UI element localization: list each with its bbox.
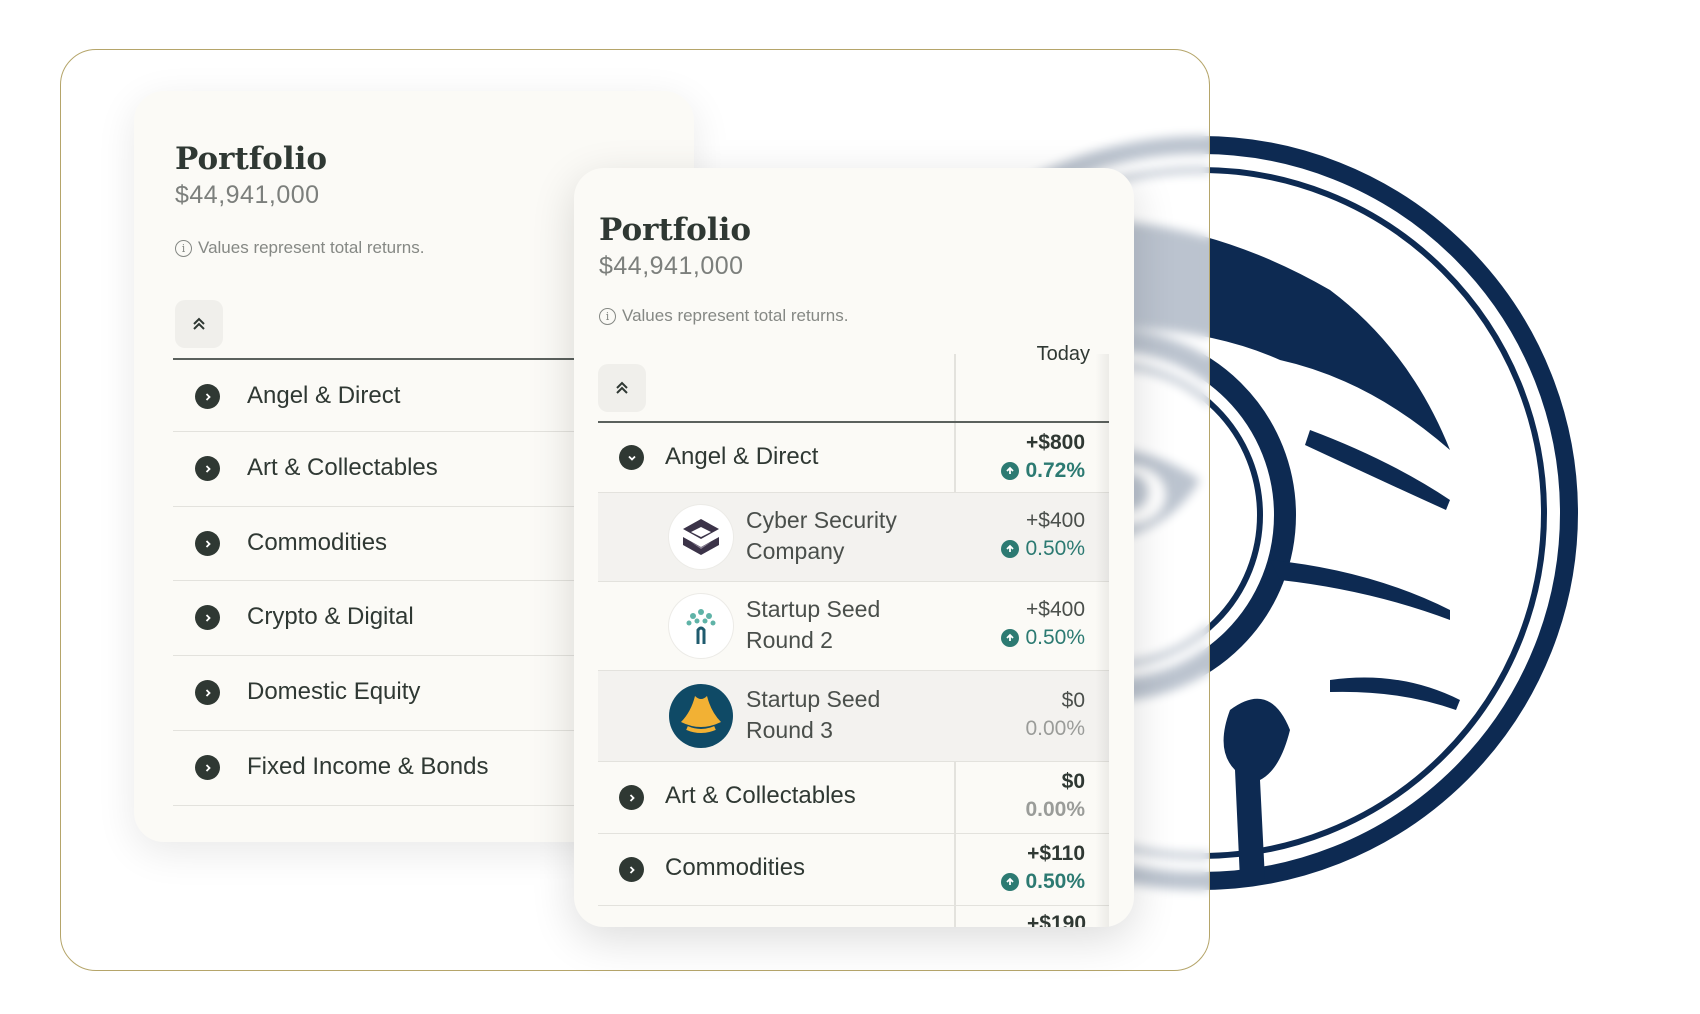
change-amount: +$110 xyxy=(1027,842,1085,865)
column-header-today[interactable]: Today xyxy=(1037,343,1090,366)
change-amount: $0 xyxy=(1061,770,1085,793)
chevron-right-icon[interactable] xyxy=(195,384,220,409)
change-percent: 0.50% xyxy=(1001,537,1085,561)
category-label: Fixed Income & Bonds xyxy=(247,753,489,780)
change-percent: 0.00% xyxy=(1025,717,1085,740)
change-percent: 0.00% xyxy=(1025,798,1085,821)
change-amount: $0 xyxy=(1061,689,1085,712)
today-change: +$400 0.50% xyxy=(1001,509,1085,561)
info-note: i Values represent total returns. xyxy=(175,238,424,258)
info-note: i Values represent total returns. xyxy=(599,306,848,326)
chevron-right-icon[interactable] xyxy=(195,680,220,705)
info-icon: i xyxy=(599,307,616,325)
change-percent: 0.72% xyxy=(1001,459,1085,483)
chevron-right-icon[interactable] xyxy=(619,857,644,882)
holding-label: Startup Seed Round 3 xyxy=(746,686,881,743)
category-label: Angel & Direct xyxy=(247,382,401,409)
category-label: Commodities xyxy=(665,854,806,881)
arrow-up-icon xyxy=(1001,540,1020,558)
collapse-all-button[interactable] xyxy=(598,364,646,412)
change-amount: +$400 xyxy=(1026,509,1085,532)
chevron-right-icon[interactable] xyxy=(619,785,644,810)
double-chevron-up-icon xyxy=(616,381,628,394)
info-text: Values represent total returns. xyxy=(198,238,425,257)
collapse-all-button[interactable] xyxy=(175,300,223,348)
portfolio-card-front: Portfolio $44,941,000 i Values represent… xyxy=(574,168,1134,927)
holding-row-startup-seed-3[interactable]: Startup Seed Round 3 $0 0.00% xyxy=(598,671,1109,762)
holding-row-cyber-security[interactable]: Cyber Security Company +$400 0.50% xyxy=(598,493,1109,582)
info-icon: i xyxy=(175,239,192,257)
cube-logo-icon xyxy=(669,505,733,569)
today-change: $0 0.00% xyxy=(1025,770,1085,822)
category-row-art-collectables[interactable]: Art & Collectables $0 0.00% xyxy=(598,762,1109,834)
category-label: Art & Collectables xyxy=(665,782,856,809)
double-chevron-up-icon xyxy=(193,317,205,330)
holding-row-startup-seed-2[interactable]: Startup Seed Round 2 +$400 0.50% xyxy=(598,582,1109,671)
chevron-right-icon[interactable] xyxy=(195,755,220,780)
change-percent: 0.50% xyxy=(1001,626,1085,650)
change-percent: 0.50% xyxy=(1001,870,1085,894)
change-amount: +$800 xyxy=(1026,431,1085,454)
holding-label: Startup Seed Round 2 xyxy=(746,596,881,653)
today-change: $0 0.00% xyxy=(1025,689,1085,741)
holding-label: Cyber Security Company xyxy=(746,507,897,564)
tree-logo-icon xyxy=(669,594,733,658)
arrow-up-icon xyxy=(1001,873,1020,891)
scroll-shadow xyxy=(1095,354,1109,927)
category-label: Art & Collectables xyxy=(247,454,438,481)
portfolio-total: $44,941,000 xyxy=(599,252,744,280)
change-amount: +$400 xyxy=(1026,598,1085,621)
page-title: Portfolio xyxy=(175,141,328,177)
partial-row-value: +$190 xyxy=(1027,912,1086,927)
chevron-down-icon[interactable] xyxy=(619,445,644,470)
category-label: Commodities xyxy=(247,529,388,556)
arrow-up-icon xyxy=(1001,629,1020,647)
portfolio-total: $44,941,000 xyxy=(175,181,320,209)
category-label: Crypto & Digital xyxy=(247,603,414,630)
chevron-right-icon[interactable] xyxy=(195,456,220,481)
category-label: Angel & Direct xyxy=(665,443,819,470)
today-change: +$110 0.50% xyxy=(1001,842,1085,894)
page-title: Portfolio xyxy=(599,212,752,248)
chevron-right-icon[interactable] xyxy=(195,605,220,630)
chevron-right-icon[interactable] xyxy=(195,531,220,556)
category-label: Domestic Equity xyxy=(247,678,421,705)
triangle-badge-logo-icon xyxy=(669,684,733,748)
today-change: +$800 0.72% xyxy=(1001,431,1085,483)
today-change: +$400 0.50% xyxy=(1001,598,1085,650)
arrow-up-icon xyxy=(1001,462,1020,480)
info-text: Values represent total returns. xyxy=(622,306,849,325)
category-row-angel-direct[interactable]: Angel & Direct +$800 0.72% xyxy=(598,423,1109,493)
category-row-commodities[interactable]: Commodities +$110 0.50% xyxy=(598,834,1109,906)
